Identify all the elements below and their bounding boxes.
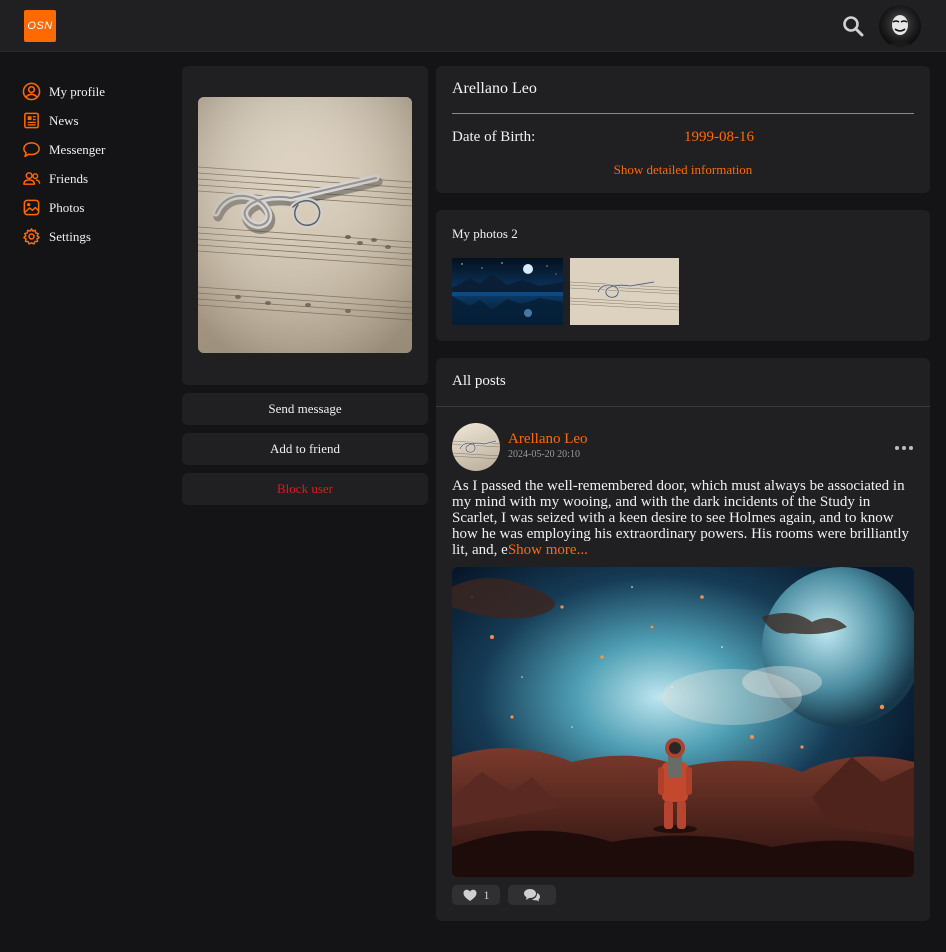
- app-logo[interactable]: OSN: [24, 10, 56, 42]
- posts-title: All posts: [452, 373, 506, 389]
- photos-title[interactable]: My photos 2: [452, 226, 518, 242]
- comments-icon: [524, 889, 540, 902]
- sidebar-nav: My profile News Messenger Friends Photos…: [22, 77, 172, 251]
- show-more-link[interactable]: Show more...: [508, 542, 588, 558]
- sidebar-item-photos[interactable]: Photos: [22, 193, 172, 222]
- sidebar-item-label: News: [49, 112, 79, 128]
- user-avatar[interactable]: [879, 5, 921, 47]
- sidebar-item-label: My profile: [49, 83, 105, 99]
- sidebar-item-my-profile[interactable]: My profile: [22, 77, 172, 106]
- image-icon: [23, 199, 40, 216]
- block-user-button[interactable]: Block user: [182, 473, 428, 505]
- photo-thumbnail-music[interactable]: [570, 258, 679, 325]
- sidebar-item-settings[interactable]: Settings: [22, 222, 172, 251]
- sidebar-item-label: Friends: [49, 170, 88, 186]
- send-message-button[interactable]: Send message: [182, 393, 428, 425]
- profile-photo-card: [182, 66, 428, 385]
- show-detailed-info-link[interactable]: Show detailed information: [436, 162, 930, 178]
- posts-card: All posts Arellano Leo 2024-05-20 20:10 …: [436, 358, 930, 921]
- more-options-icon[interactable]: [894, 440, 914, 450]
- divider: [436, 406, 930, 407]
- sidebar-item-label: Settings: [49, 228, 91, 244]
- sidebar-item-friends[interactable]: Friends: [22, 164, 172, 193]
- sidebar-item-label: Messenger: [49, 141, 106, 157]
- photo-thumbnail-night-lake[interactable]: [452, 258, 563, 325]
- profile-info-card: Arellano Leo Date of Birth: 1999-08-16 S…: [436, 66, 930, 193]
- search-icon[interactable]: [842, 15, 864, 37]
- like-count: 1: [483, 887, 490, 902]
- profile-name: Arellano Leo: [452, 80, 537, 97]
- divider: [452, 113, 914, 114]
- sidebar-item-news[interactable]: News: [22, 106, 172, 135]
- sidebar-item-messenger[interactable]: Messenger: [22, 135, 172, 164]
- user-circle-icon: [22, 82, 41, 101]
- post-author-avatar[interactable]: [452, 423, 500, 471]
- profile-photo[interactable]: [198, 97, 412, 353]
- newspaper-icon: [24, 112, 39, 129]
- friends-icon: [23, 172, 41, 185]
- sidebar-item-label: Photos: [49, 199, 85, 215]
- dob-label: Date of Birth:: [452, 129, 536, 145]
- photos-card: My photos 2: [436, 210, 930, 341]
- add-friend-button[interactable]: Add to friend: [182, 433, 428, 465]
- chat-bubble-icon: [23, 142, 40, 158]
- comment-button[interactable]: [508, 885, 556, 905]
- post-body: As I passed the well-remembered door, wh…: [452, 478, 916, 558]
- top-header: OSN: [0, 0, 946, 52]
- dob-value: 1999-08-16: [684, 129, 754, 145]
- post-author-name[interactable]: Arellano Leo: [508, 431, 588, 448]
- post-timestamp: 2024-05-20 20:10: [508, 449, 580, 460]
- like-button[interactable]: 1: [452, 885, 500, 905]
- post-image[interactable]: [452, 567, 914, 877]
- heart-icon: [463, 889, 476, 901]
- gear-icon: [23, 228, 40, 245]
